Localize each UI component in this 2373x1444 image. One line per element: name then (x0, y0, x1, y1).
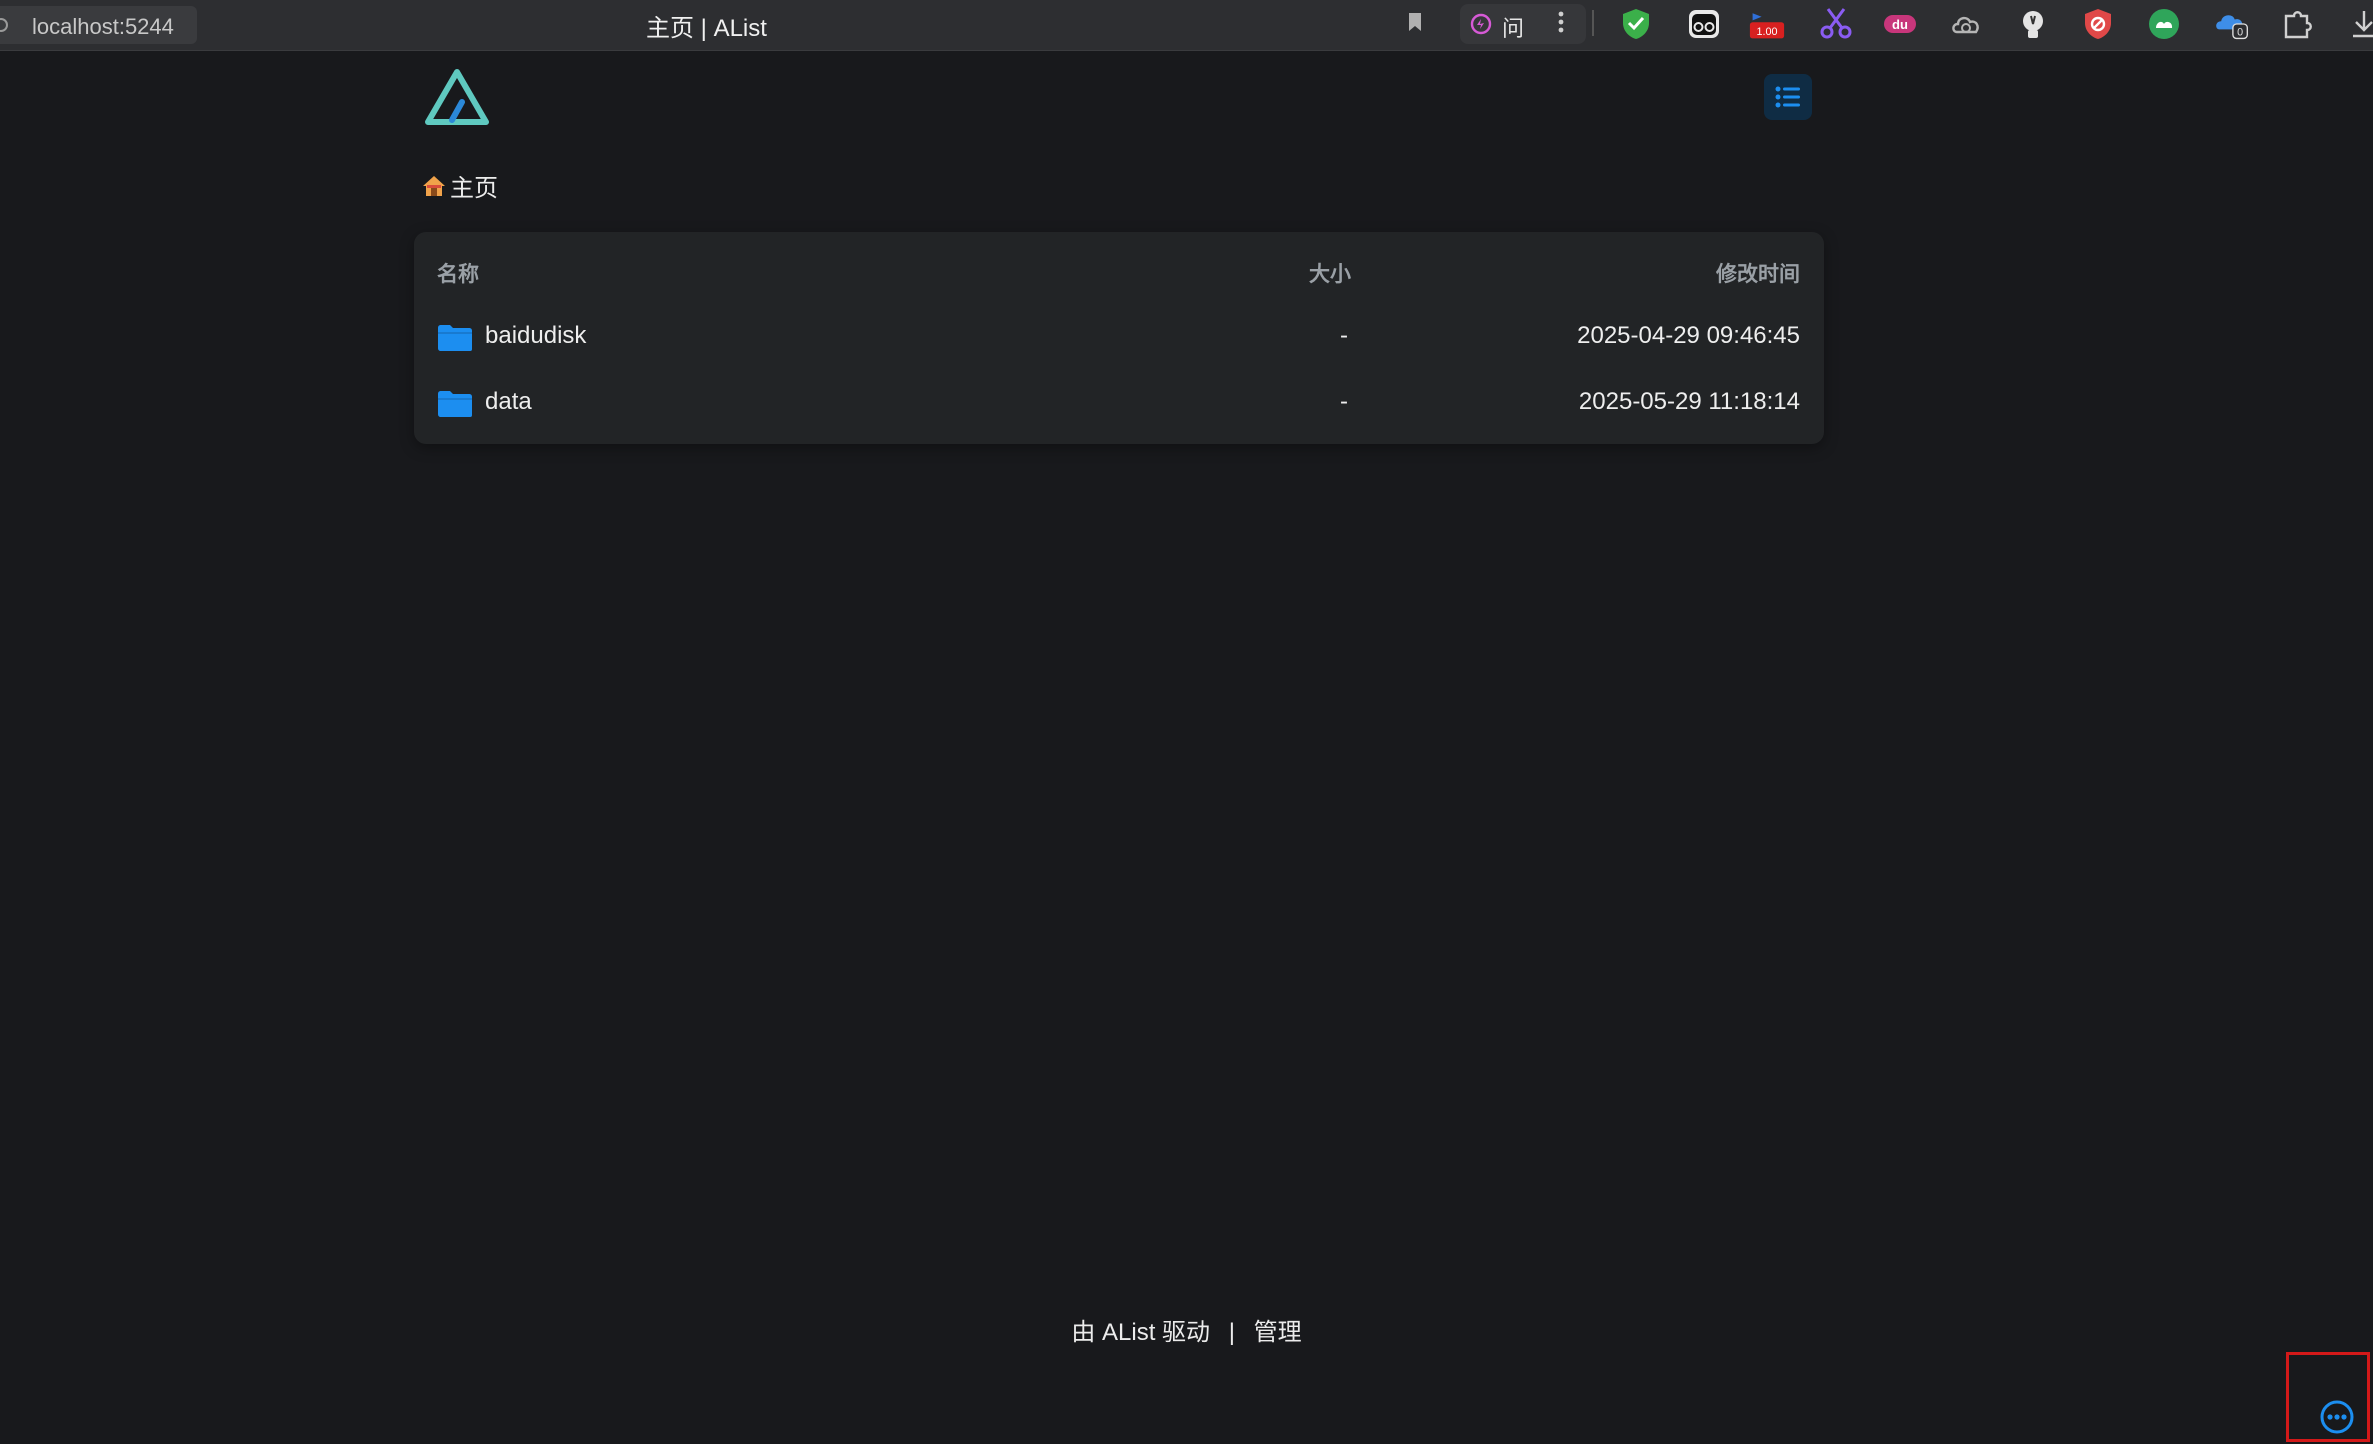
layout-switch-button[interactable] (1764, 74, 1812, 120)
more-vertical-icon[interactable] (1558, 10, 1564, 34)
column-header-size[interactable]: 大小 (1309, 258, 1351, 288)
file-name[interactable]: data (485, 388, 532, 416)
browser-toolbar: localhost:5244 主页 | AList 问 1.00 du 0 (0, 0, 2373, 51)
file-size: - (1340, 388, 1348, 415)
home-icon (423, 175, 445, 196)
baidu-du-icon[interactable]: du (1882, 6, 1918, 42)
scissors-icon[interactable] (1818, 6, 1854, 42)
ask-ai-label: 问 (1502, 16, 1525, 41)
powered-by-link[interactable]: 由 AList 驱动 (1071, 1319, 1210, 1346)
file-name[interactable]: baidudisk (485, 322, 586, 350)
file-size: - (1340, 322, 1348, 349)
footer: 由 AList 驱动 | 管理 (0, 1312, 2373, 1347)
tab-title: 主页 | AList (646, 15, 767, 42)
shield-block-icon[interactable] (2080, 6, 2116, 42)
file-modified: 2025-04-29 09:46:45 (1577, 322, 1800, 349)
toolbar-divider (1592, 10, 1594, 36)
site-info-icon[interactable] (0, 18, 8, 32)
highlight-box (2286, 1352, 2370, 1442)
cloud-badge-count: 0 (2237, 27, 2243, 39)
cloud-badge-icon[interactable]: 0 (2214, 6, 2250, 42)
column-header-modified[interactable]: 修改时间 (1716, 258, 1800, 288)
puzzle-icon[interactable] (2280, 6, 2316, 42)
list-item[interactable]: data - 2025-05-29 11:18:14 (414, 370, 1824, 436)
manage-link[interactable]: 管理 (1254, 1319, 1302, 1346)
svg-text:du: du (1892, 17, 1908, 32)
file-modified: 2025-05-29 11:18:14 (1578, 388, 1800, 415)
cloud-sync-icon[interactable] (1948, 6, 1984, 42)
shield-check-icon[interactable] (1618, 6, 1654, 42)
list-item[interactable]: baidudisk - 2025-04-29 09:46:45 (414, 304, 1824, 370)
ask-ai-icon (1470, 13, 1492, 35)
download-icon[interactable] (2346, 6, 2373, 42)
green-cloud-icon[interactable] (2146, 6, 2182, 42)
folder-icon (438, 391, 472, 417)
lightbulb-icon[interactable] (2015, 6, 2051, 42)
list-icon (1775, 86, 1800, 108)
ask-ai-button[interactable]: 问 (1460, 4, 1586, 44)
alist-logo-icon[interactable] (424, 68, 490, 126)
address-bar[interactable]: localhost:5244 (0, 6, 197, 44)
footer-separator: | (1228, 1319, 1235, 1346)
more-options-icon[interactable] (2319, 1399, 2355, 1435)
bookmark-icon[interactable] (1408, 12, 1422, 32)
address-bar-url[interactable]: localhost:5244 (32, 14, 174, 40)
file-list: 名称 大小 修改时间 baidudisk - 2025-04-29 09:46:… (414, 232, 1824, 444)
glasses-icon[interactable] (1686, 6, 1722, 42)
breadcrumb: 主页 (422, 168, 498, 203)
folder-icon (438, 325, 472, 351)
speed-badge: 1.00 (1757, 26, 1778, 38)
breadcrumb-home-link[interactable]: 主页 (450, 168, 498, 203)
video-speed-icon[interactable]: 1.00 (1749, 6, 1785, 42)
column-header-name[interactable]: 名称 (437, 258, 479, 288)
